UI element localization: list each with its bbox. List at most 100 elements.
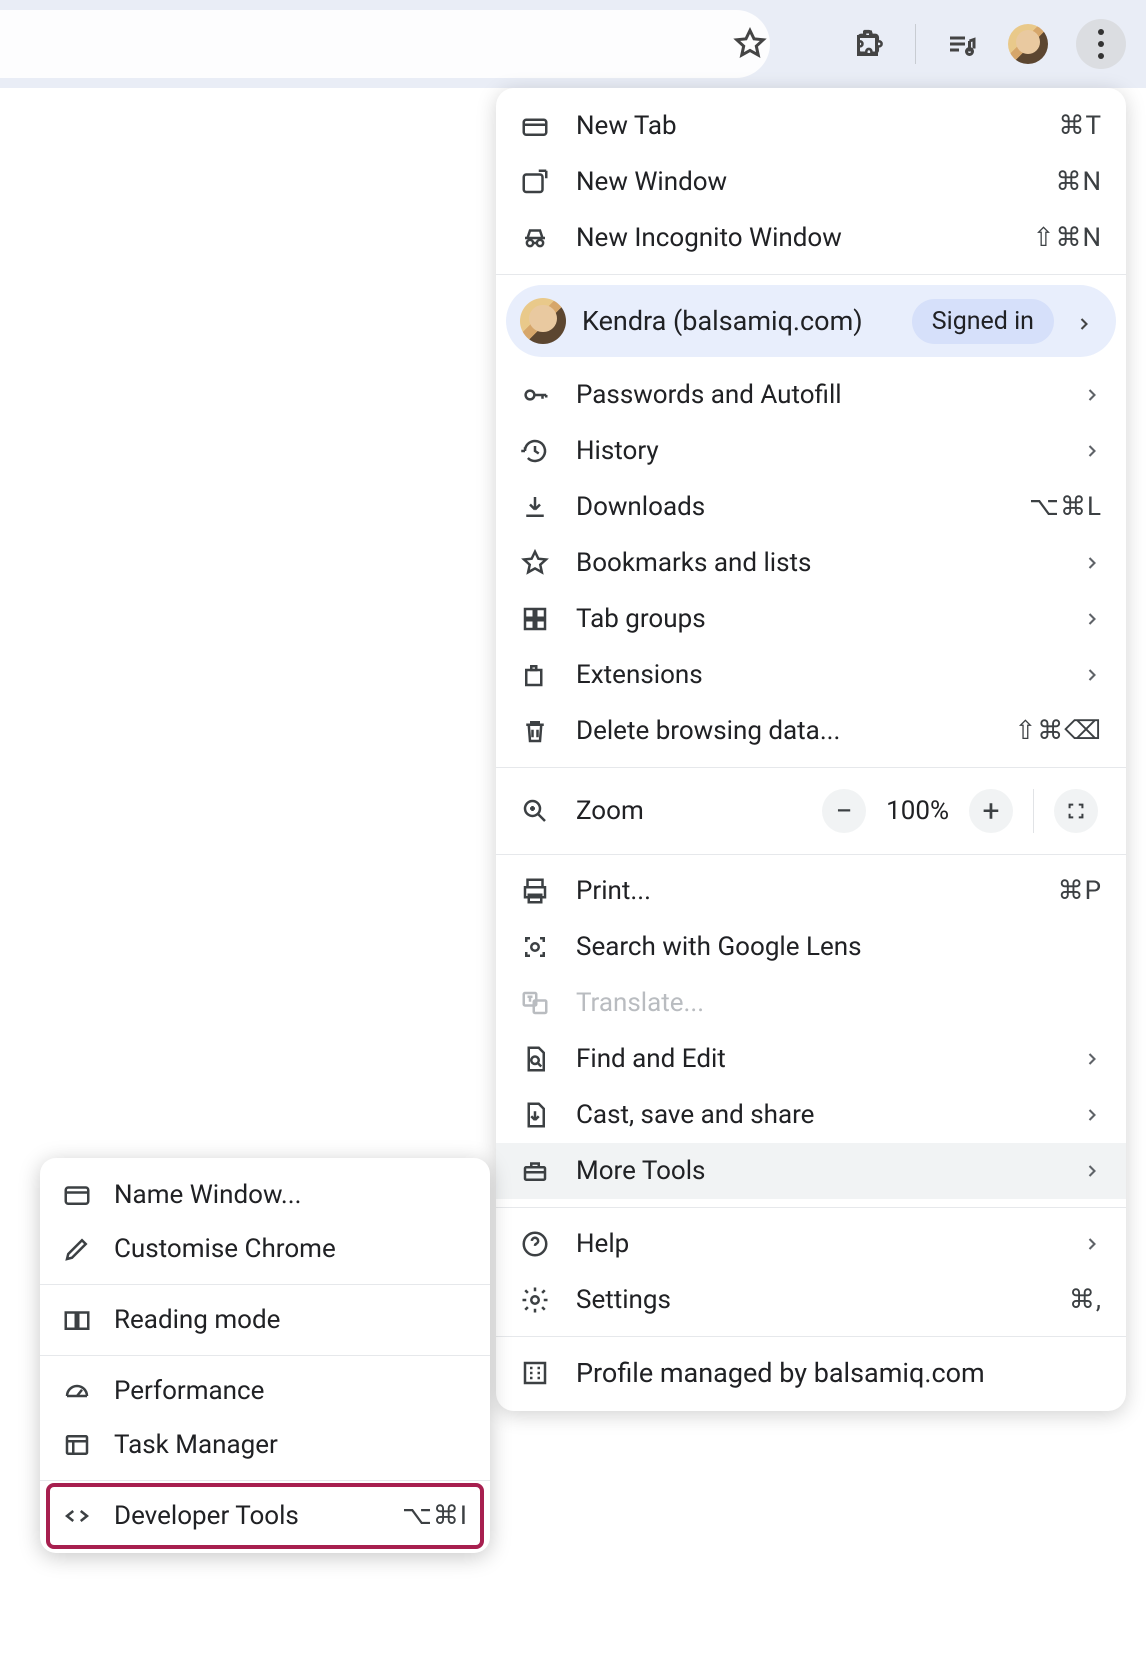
browser-toolbar bbox=[0, 0, 1146, 88]
menu-separator bbox=[496, 854, 1126, 855]
menu-item-new-tab[interactable]: New Tab ⌘T bbox=[496, 98, 1126, 154]
puzzle-icon bbox=[520, 660, 550, 690]
star-outline-icon bbox=[520, 548, 550, 578]
history-icon bbox=[520, 436, 550, 466]
submenu-item-name-window[interactable]: Name Window... bbox=[40, 1168, 490, 1222]
chevron-right-icon bbox=[1082, 1161, 1102, 1181]
zoom-separator bbox=[1033, 789, 1034, 833]
lens-icon bbox=[520, 932, 550, 962]
print-icon bbox=[520, 876, 550, 906]
help-icon bbox=[520, 1229, 550, 1259]
chevron-right-icon bbox=[1082, 553, 1102, 573]
chevron-right-icon bbox=[1082, 609, 1102, 629]
menu-item-profile[interactable]: Kendra (balsamiq.com) Signed in bbox=[506, 285, 1116, 357]
window-icon bbox=[62, 1180, 92, 1210]
grid-icon bbox=[520, 604, 550, 634]
menu-item-extensions[interactable]: Extensions bbox=[496, 647, 1126, 703]
menu-shortcut: ⌥⌘I bbox=[402, 1501, 468, 1531]
menu-label: More Tools bbox=[576, 1156, 1082, 1186]
chevron-right-icon bbox=[1074, 311, 1094, 331]
menu-shortcut: ⌘T bbox=[1058, 111, 1102, 141]
menu-item-incognito[interactable]: New Incognito Window ⇧⌘N bbox=[496, 210, 1126, 266]
star-icon[interactable] bbox=[732, 26, 768, 62]
chevron-right-icon bbox=[1082, 1234, 1102, 1254]
menu-label: Search with Google Lens bbox=[576, 932, 1102, 962]
more-menu-button[interactable] bbox=[1076, 19, 1126, 69]
menu-item-settings[interactable]: Settings ⌘, bbox=[496, 1272, 1126, 1328]
menu-item-delete-data[interactable]: Delete browsing data... ⇧⌘⌫ bbox=[496, 703, 1126, 759]
media-control-icon[interactable] bbox=[944, 26, 980, 62]
toolbox-icon bbox=[520, 1156, 550, 1186]
menu-separator bbox=[496, 1336, 1126, 1337]
menu-item-print[interactable]: Print... ⌘P bbox=[496, 863, 1126, 919]
menu-separator bbox=[40, 1284, 490, 1285]
submenu-item-developer-tools[interactable]: Developer Tools ⌥⌘I bbox=[40, 1489, 490, 1543]
menu-label: Profile managed by balsamiq.com bbox=[576, 1357, 1102, 1389]
more-tools-submenu: Name Window... Customise Chrome Reading … bbox=[40, 1158, 490, 1553]
menu-label: Find and Edit bbox=[576, 1044, 1082, 1074]
layout-icon bbox=[62, 1430, 92, 1460]
menu-item-history[interactable]: History bbox=[496, 423, 1126, 479]
menu-label: Settings bbox=[576, 1285, 1069, 1315]
menu-item-translate: Translate... bbox=[496, 975, 1126, 1031]
menu-item-more-tools[interactable]: More Tools bbox=[496, 1143, 1126, 1199]
menu-item-passwords[interactable]: Passwords and Autofill bbox=[496, 367, 1126, 423]
menu-shortcut: ⌘N bbox=[1055, 167, 1102, 197]
menu-label: Downloads bbox=[576, 492, 1029, 522]
menu-separator bbox=[496, 767, 1126, 768]
menu-item-find[interactable]: Find and Edit bbox=[496, 1031, 1126, 1087]
new-window-icon bbox=[520, 167, 550, 197]
menu-shortcut: ⌘P bbox=[1058, 876, 1102, 906]
menu-label: Reading mode bbox=[114, 1305, 468, 1335]
menu-label: Tab groups bbox=[576, 604, 1082, 634]
profile-avatar[interactable] bbox=[1008, 24, 1048, 64]
menu-shortcut: ⌘, bbox=[1069, 1285, 1102, 1315]
submenu-item-reading-mode[interactable]: Reading mode bbox=[40, 1293, 490, 1347]
menu-label: Bookmarks and lists bbox=[576, 548, 1082, 578]
extensions-icon[interactable] bbox=[851, 26, 887, 62]
menu-shortcut: ⇧⌘⌫ bbox=[1014, 716, 1102, 746]
chevron-right-icon bbox=[1082, 441, 1102, 461]
menu-separator bbox=[496, 274, 1126, 275]
menu-item-cast[interactable]: Cast, save and share bbox=[496, 1087, 1126, 1143]
submenu-item-performance[interactable]: Performance bbox=[40, 1364, 490, 1418]
submenu-item-task-manager[interactable]: Task Manager bbox=[40, 1418, 490, 1472]
chevron-right-icon bbox=[1082, 665, 1102, 685]
menu-label: Delete browsing data... bbox=[576, 716, 1014, 746]
menu-item-tab-groups[interactable]: Tab groups bbox=[496, 591, 1126, 647]
find-icon bbox=[520, 1044, 550, 1074]
menu-item-help[interactable]: Help bbox=[496, 1216, 1126, 1272]
address-bar-bg bbox=[0, 10, 770, 78]
menu-item-zoom: Zoom − 100% + bbox=[496, 776, 1126, 846]
save-share-icon bbox=[520, 1100, 550, 1130]
menu-label: Task Manager bbox=[114, 1430, 468, 1460]
menu-item-downloads[interactable]: Downloads ⌥⌘L bbox=[496, 479, 1126, 535]
fullscreen-button[interactable] bbox=[1054, 789, 1098, 833]
zoom-in-button[interactable]: + bbox=[969, 789, 1013, 833]
profile-avatar-small bbox=[520, 298, 566, 344]
menu-label: Performance bbox=[114, 1376, 468, 1406]
gear-icon bbox=[520, 1285, 550, 1315]
menu-label: Cast, save and share bbox=[576, 1100, 1082, 1130]
gauge-icon bbox=[62, 1376, 92, 1406]
trash-icon bbox=[520, 716, 550, 746]
menu-item-managed[interactable]: Profile managed by balsamiq.com bbox=[496, 1345, 1126, 1401]
menu-label: Print... bbox=[576, 876, 1058, 906]
incognito-icon bbox=[520, 223, 550, 253]
zoom-out-button[interactable]: − bbox=[822, 789, 866, 833]
menu-item-new-window[interactable]: New Window ⌘N bbox=[496, 154, 1126, 210]
menu-shortcut: ⇧⌘N bbox=[1033, 223, 1102, 253]
download-icon bbox=[520, 492, 550, 522]
menu-item-bookmarks[interactable]: Bookmarks and lists bbox=[496, 535, 1126, 591]
building-icon bbox=[520, 1358, 550, 1388]
menu-label: New Tab bbox=[576, 111, 1058, 141]
code-icon bbox=[62, 1501, 92, 1531]
submenu-item-customise[interactable]: Customise Chrome bbox=[40, 1222, 490, 1276]
menu-label: New Incognito Window bbox=[576, 223, 1033, 253]
menu-label: Developer Tools bbox=[114, 1501, 402, 1531]
chevron-right-icon bbox=[1082, 385, 1102, 405]
zoom-value: 100% bbox=[886, 796, 949, 826]
menu-separator bbox=[496, 1207, 1126, 1208]
menu-item-lens[interactable]: Search with Google Lens bbox=[496, 919, 1126, 975]
menu-label: New Window bbox=[576, 167, 1055, 197]
